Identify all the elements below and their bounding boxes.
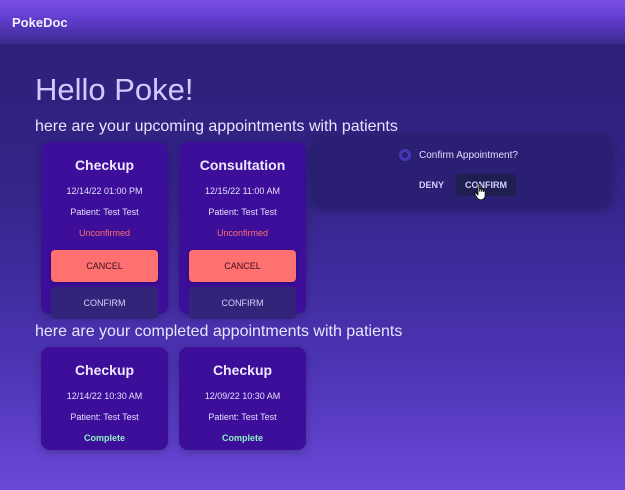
appointment-status: Complete xyxy=(221,433,263,443)
appointment-datetime: 12/15/22 11:00 AM xyxy=(205,186,280,196)
upcoming-appointment-card: Consultation 12/15/22 11:00 AM Patient: … xyxy=(179,142,306,319)
appointment-status: Unconfirmed xyxy=(78,228,131,238)
appointment-datetime: 12/09/22 10:30 AM xyxy=(204,391,281,401)
popover-question-row: Confirm Appointment? xyxy=(399,149,518,161)
upcoming-heading: here are your upcoming appointments with… xyxy=(35,118,398,135)
appointment-title: Checkup xyxy=(212,362,273,378)
completed-appointment-card: Checkup 12/14/22 10:30 AM Patient: Test … xyxy=(41,347,168,450)
confirm-appointment-popover: Confirm Appointment? DENY CONFIRM xyxy=(313,136,610,206)
appointment-patient: Patient: Test Test xyxy=(208,412,277,422)
info-icon xyxy=(399,149,411,161)
appointment-title: Consultation xyxy=(199,157,286,173)
top-app-bar: PokeDoc xyxy=(0,0,625,44)
upcoming-appointment-card: Checkup 12/14/22 01:00 PM Patient: Test … xyxy=(41,142,168,319)
appointment-title: Checkup xyxy=(74,362,135,378)
completed-heading: here are your completed appointments wit… xyxy=(35,323,403,340)
confirm-button[interactable]: CONFIRM xyxy=(51,287,158,319)
app-brand[interactable]: PokeDoc xyxy=(12,15,68,30)
appointment-patient: Patient: Test Test xyxy=(70,207,139,217)
appointment-patient: Patient: Test Test xyxy=(70,412,139,422)
appointment-status: Complete xyxy=(83,433,125,443)
appointment-datetime: 12/14/22 01:00 PM xyxy=(66,186,143,196)
deny-button[interactable]: DENY xyxy=(413,174,449,196)
appointment-title: Checkup xyxy=(74,157,135,173)
confirm-button[interactable]: CONFIRM xyxy=(189,287,296,319)
appointment-patient: Patient: Test Test xyxy=(208,207,277,217)
cancel-button[interactable]: CANCEL xyxy=(189,250,296,282)
popover-question: Confirm Appointment? xyxy=(419,149,518,161)
appointment-datetime: 12/14/22 10:30 AM xyxy=(66,391,143,401)
hand-cursor-icon xyxy=(474,183,486,201)
cancel-button[interactable]: CANCEL xyxy=(51,250,158,282)
completed-appointment-card: Checkup 12/09/22 10:30 AM Patient: Test … xyxy=(179,347,306,450)
appointment-status: Unconfirmed xyxy=(216,228,269,238)
page-greeting: Hello Poke! xyxy=(35,72,194,107)
